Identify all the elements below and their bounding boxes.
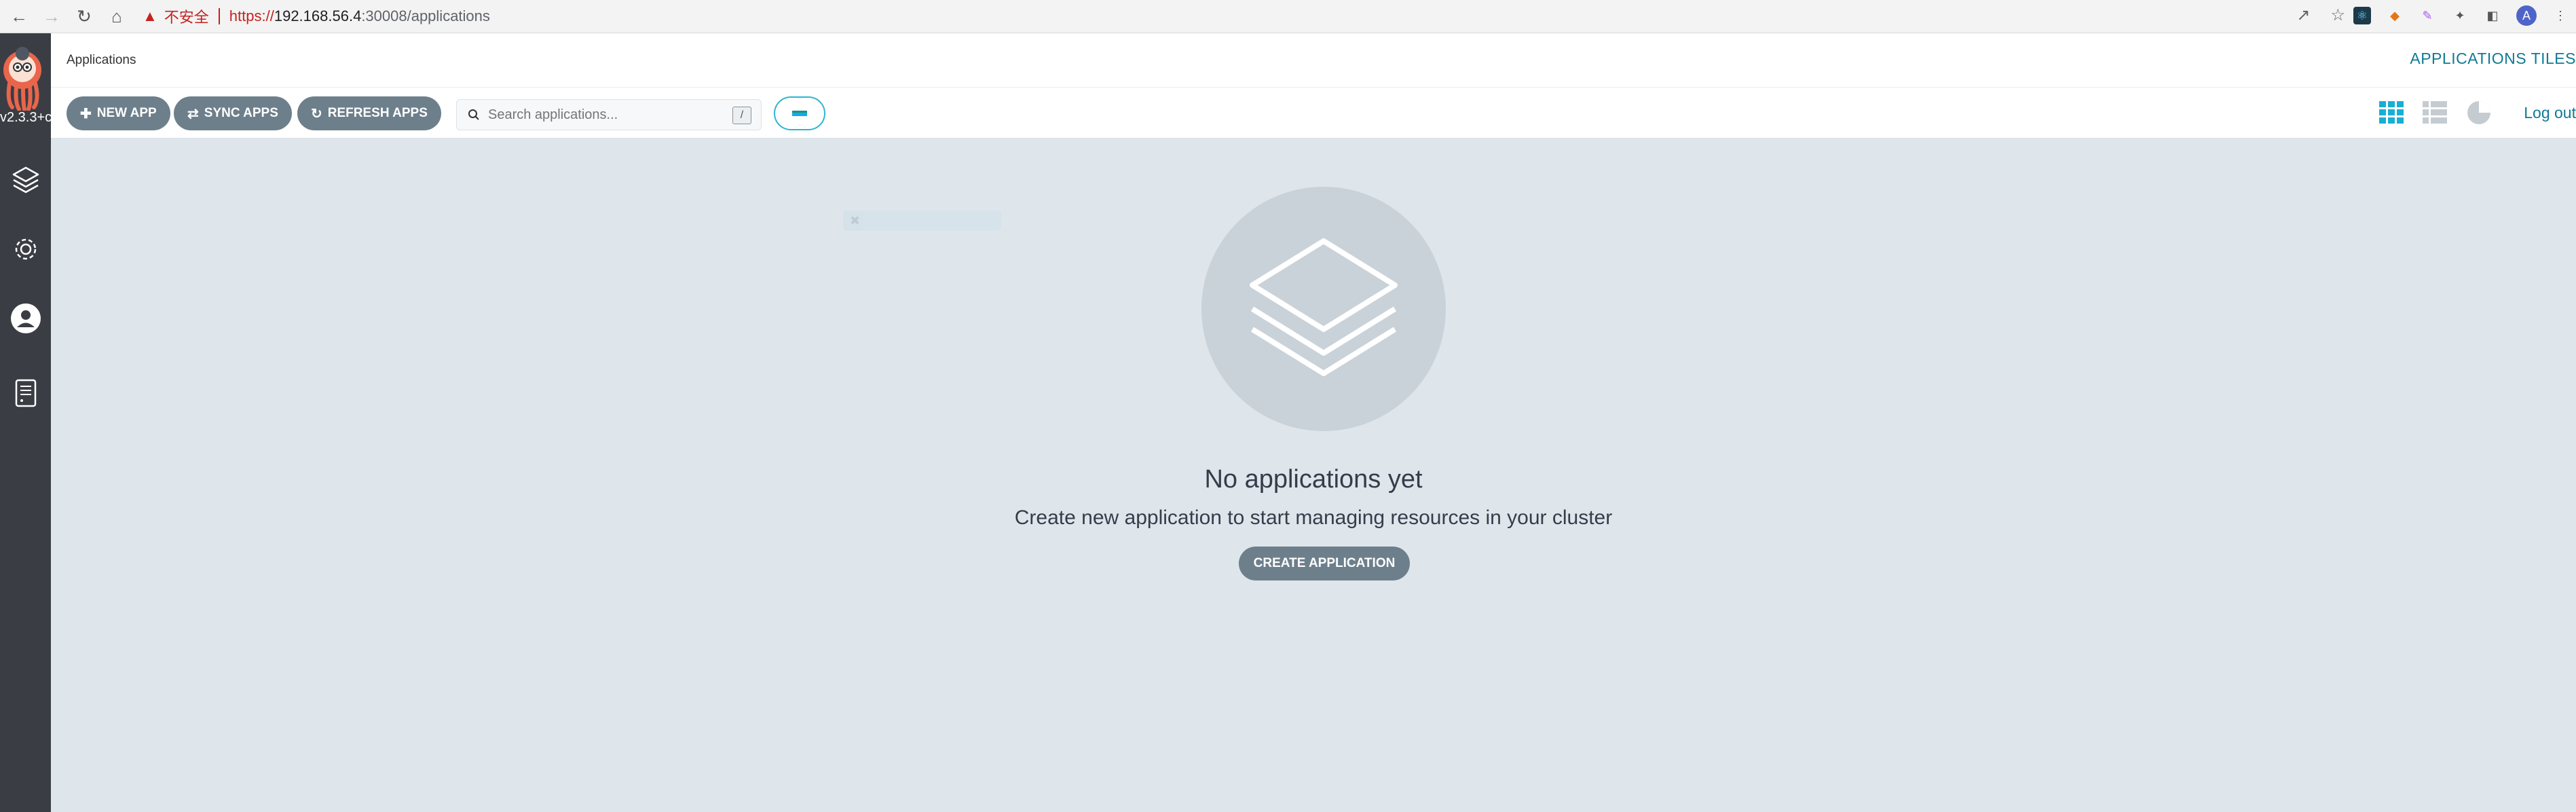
search-box[interactable]: /: [456, 99, 762, 130]
address-bar[interactable]: ▲ 不安全 https:// 192.168.56.4 :30008/appli…: [133, 3, 2380, 29]
toolbar: ✚ NEW APP ⇄ SYNC APPS ↻ REFRESH APPS /: [51, 88, 2576, 139]
sidebar-item-docs[interactable]: [0, 366, 51, 420]
home-icon[interactable]: ⌂: [103, 3, 130, 30]
docs-icon: [15, 379, 36, 407]
side-panel-icon[interactable]: ◧: [2484, 7, 2501, 24]
security-label: 不安全: [164, 9, 209, 26]
page-title: APPLICATIONS TILES: [2410, 50, 2576, 67]
react-devtools-icon[interactable]: ⚛: [2353, 7, 2371, 24]
search-shortcut-key: /: [732, 107, 751, 124]
logout-link[interactable]: Log out: [2524, 104, 2576, 122]
back-icon[interactable]: ←: [5, 3, 33, 30]
forward-icon[interactable]: →: [38, 3, 65, 30]
refresh-apps-button[interactable]: ↻ REFRESH APPS: [297, 96, 441, 130]
share-icon[interactable]: ↗: [2296, 5, 2310, 25]
filter-toggle-button[interactable]: [774, 96, 825, 130]
sidebar: v2.3.3+c: [0, 33, 51, 812]
browser-toolbar: ← → ↻ ⌂ ▲ 不安全 https:// 192.168.56.4 :300…: [0, 0, 2576, 33]
sync-apps-label: SYNC APPS: [204, 106, 278, 120]
extensions-puzzle-icon[interactable]: ✦: [2451, 7, 2469, 24]
layers-icon: [12, 166, 39, 193]
url-path: :30008/applications: [361, 7, 490, 24]
list-view-icon[interactable]: [2423, 101, 2447, 124]
divider: [218, 8, 220, 24]
breadcrumb[interactable]: Applications: [67, 53, 136, 68]
main-content: ✖ No applications yet Create new applica…: [51, 139, 2576, 812]
empty-state-illustration: [1201, 187, 1446, 431]
new-app-label: NEW APP: [96, 106, 157, 120]
refresh-apps-label: REFRESH APPS: [327, 106, 428, 120]
user-icon: [10, 303, 41, 333]
page-header: Applications APPLICATIONS TILES: [51, 33, 2576, 88]
refresh-icon: ↻: [311, 106, 322, 122]
filter-icon: [792, 111, 807, 116]
sidebar-item-user-info[interactable]: [0, 291, 51, 346]
drag-ghost-placeholder: ✖: [843, 210, 1001, 231]
pen-icon[interactable]: ✎: [2419, 7, 2436, 24]
url-host: 192.168.56.4: [274, 7, 362, 24]
empty-state-subtitle: Create new application to start managing…: [1014, 506, 1613, 529]
tiles-view-icon[interactable]: [2379, 101, 2404, 124]
sidebar-item-settings[interactable]: [0, 222, 51, 276]
sidebar-item-applications[interactable]: [0, 153, 51, 207]
sync-icon: ⇄: [187, 106, 199, 122]
version-label: v2.3.3+c: [0, 110, 51, 125]
sync-apps-button[interactable]: ⇄ SYNC APPS: [174, 96, 292, 130]
layers-icon: [1250, 238, 1398, 376]
bookmark-star-icon[interactable]: ☆: [2330, 5, 2345, 25]
search-icon: [468, 109, 479, 120]
menu-icon[interactable]: ⋮: [2552, 7, 2569, 24]
empty-state-title: No applications yet: [1204, 465, 1423, 494]
plus-icon: ✚: [80, 106, 92, 122]
new-app-button[interactable]: ✚ NEW APP: [67, 96, 170, 130]
metamask-icon[interactable]: ◆: [2386, 7, 2404, 24]
warning-icon: ▲: [143, 7, 157, 24]
reload-icon[interactable]: ↻: [71, 3, 98, 30]
argo-logo[interactable]: [0, 43, 51, 111]
url-scheme: https://: [229, 7, 274, 24]
create-application-button[interactable]: CREATE APPLICATION: [1239, 547, 1410, 580]
profile-avatar[interactable]: A: [2516, 5, 2537, 26]
gear-icon: [15, 238, 36, 260]
pie-chart-view-icon[interactable]: [2466, 100, 2492, 126]
search-input[interactable]: [488, 107, 719, 123]
